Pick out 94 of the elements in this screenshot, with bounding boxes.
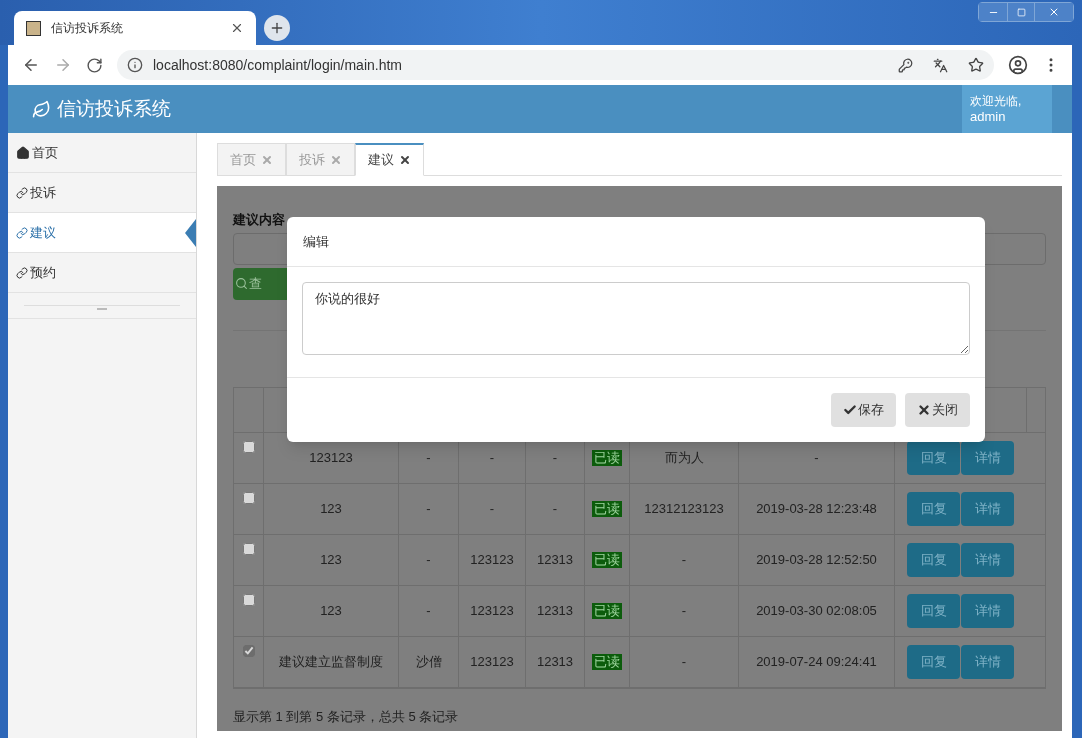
status-badge: 已读 — [592, 653, 622, 670]
table-cell-text: 2019-03-30 02:08:05 — [756, 601, 877, 620]
tab-title: 信访投诉系统 — [51, 20, 124, 37]
table-cell-text: 123123 — [470, 601, 514, 620]
action-button[interactable]: 回复 — [907, 440, 960, 475]
table-cell-text: 123 — [320, 550, 342, 569]
key-icon[interactable] — [898, 57, 913, 73]
back-icon[interactable] — [22, 56, 40, 74]
forward-icon[interactable] — [54, 56, 72, 74]
pagination-info: 显示第 1 到第 5 条记录，总共 5 条记录 — [233, 707, 460, 726]
table-cell-text: 2019-03-28 12:23:48 — [756, 499, 877, 518]
table-cell-text: 12313 — [536, 550, 574, 569]
app-title: 信访投诉系统 — [57, 96, 172, 121]
row-checkbox[interactable] — [242, 440, 255, 453]
table-cell-text: 2019-07-24 09:24:41 — [756, 652, 877, 671]
status-badge: 已读 — [592, 449, 622, 466]
leaf-icon — [32, 99, 51, 119]
sidebar-item[interactable]: 首页 — [8, 133, 196, 173]
status-badge: 已读 — [592, 551, 622, 568]
collapse-handle-icon[interactable] — [97, 307, 107, 310]
action-button[interactable]: 回复 — [907, 593, 960, 628]
user-name: admin — [970, 108, 1007, 125]
welcome-text: 欢迎光临, — [970, 93, 1023, 109]
content-textarea[interactable]: 你说的很好 — [302, 282, 970, 355]
table-cell-text: - — [489, 448, 495, 467]
table-cell-text: 123123 — [309, 448, 353, 467]
table-cell-text: 2019-03-28 12:52:50 — [756, 550, 877, 569]
star-icon[interactable] — [968, 57, 984, 73]
plus-icon — [269, 20, 285, 36]
table-cell-text: - — [426, 550, 431, 569]
table-cell-text: - — [814, 448, 819, 467]
check-icon — [843, 403, 857, 417]
sidebar-item[interactable]: 建议 — [8, 213, 196, 253]
close-icon — [917, 403, 931, 417]
table-cell-text: - — [681, 652, 687, 671]
browser-tab[interactable]: 信访投诉系统 — [14, 11, 256, 45]
status-badge: 已读 — [592, 602, 622, 619]
table-cell-text: - — [681, 601, 687, 620]
field-label: 建议内容 — [233, 211, 286, 229]
link-icon — [16, 266, 28, 279]
close-icon[interactable] — [399, 154, 411, 166]
action-button[interactable]: 详情 — [961, 644, 1014, 679]
account-icon[interactable] — [1008, 55, 1028, 75]
row-checkbox[interactable] — [242, 644, 255, 657]
page-tab[interactable]: 投诉 — [286, 143, 355, 176]
link-icon — [16, 186, 28, 199]
maximize-icon — [1016, 7, 1026, 17]
close-icon — [1048, 6, 1060, 18]
table-cell-text: 123 — [320, 601, 342, 620]
table-cell-text: 123 — [320, 499, 342, 518]
row-checkbox[interactable] — [242, 491, 255, 504]
url-text: localhost:8080/complaint/login/main.htm — [153, 55, 404, 75]
status-badge: 已读 — [592, 500, 622, 517]
table-cell-text: - — [489, 499, 495, 518]
favicon-icon — [26, 20, 41, 36]
maximize-button[interactable] — [1007, 3, 1035, 21]
page-tab[interactable]: 首页 — [217, 143, 286, 176]
table-cell-text: - — [426, 601, 431, 620]
info-icon[interactable] — [127, 57, 143, 73]
sidebar-item[interactable]: 预约 — [8, 253, 196, 293]
page-tab[interactable]: 建议 — [355, 143, 424, 176]
action-button[interactable]: 回复 — [907, 542, 960, 577]
table-cell-text: 12312123123 — [644, 499, 724, 518]
new-tab-button[interactable] — [264, 15, 290, 41]
table-cell-text: - — [552, 448, 558, 467]
action-button[interactable]: 回复 — [907, 644, 960, 679]
action-button[interactable]: 详情 — [961, 440, 1014, 475]
search-icon — [235, 277, 248, 290]
table-cell-text: 而为人 — [664, 448, 704, 467]
reload-icon[interactable] — [86, 56, 103, 74]
action-button[interactable]: 详情 — [961, 593, 1014, 628]
dialog-title: 编辑 — [303, 232, 329, 251]
table-cell-text: 12313 — [536, 652, 574, 671]
close-icon[interactable] — [230, 21, 244, 35]
action-button[interactable]: 详情 — [961, 542, 1014, 577]
table-cell-text: - — [681, 550, 687, 569]
table-cell-text: - — [426, 448, 431, 467]
address-field[interactable]: localhost:8080/complaint/login/main.htm — [117, 50, 994, 80]
row-checkbox[interactable] — [242, 593, 255, 606]
close-dialog-button[interactable]: 关闭 — [905, 393, 970, 427]
home-icon — [16, 145, 30, 160]
table-cell-text: 123123 — [470, 550, 514, 569]
save-button[interactable]: 保存 — [831, 393, 896, 427]
link-icon — [16, 226, 28, 239]
action-button[interactable]: 详情 — [961, 491, 1014, 526]
table-cell-text: - — [552, 499, 558, 518]
table-cell-text: 建议建立监督制度 — [279, 652, 383, 671]
translate-icon[interactable] — [933, 57, 948, 73]
row-checkbox[interactable] — [242, 542, 255, 555]
table-cell-text: 12313 — [536, 601, 574, 620]
table-cell-text: 123123 — [470, 652, 514, 671]
table-cell-text: - — [426, 499, 431, 518]
table-cell-text: 沙僧 — [415, 652, 442, 671]
action-button[interactable]: 回复 — [907, 491, 960, 526]
